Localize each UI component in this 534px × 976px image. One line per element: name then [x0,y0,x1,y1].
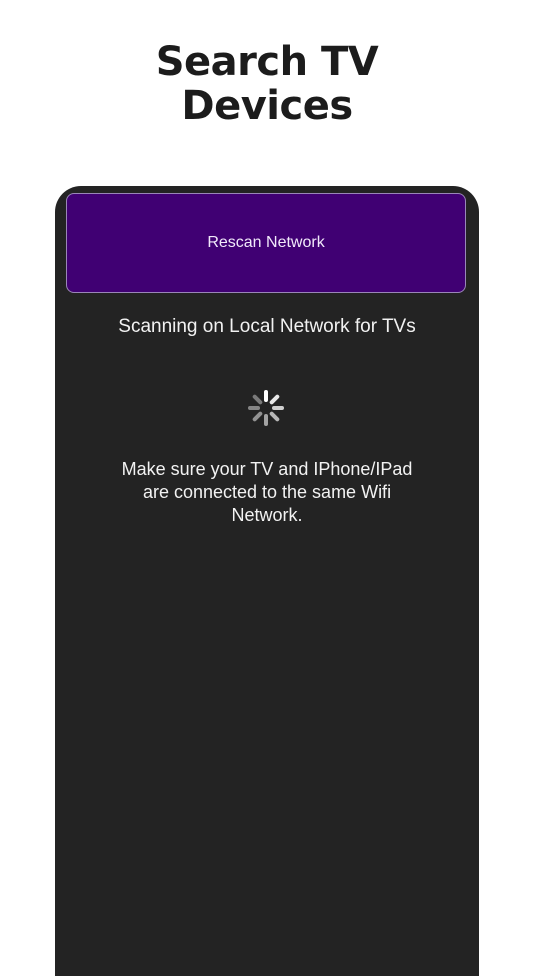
device-screen-panel: Rescan Network Scanning on Local Network… [55,186,479,976]
activity-spinner-icon [248,390,284,426]
page-title-line-2: Devices [181,83,353,129]
connection-hint-text: Make sure your TV and IPhone/IPad are co… [121,459,413,525]
rescan-network-button[interactable]: Rescan Network [66,193,466,293]
scan-status-text: Scanning on Local Network for TVs [118,316,416,337]
page-title-line-1: Search TV [155,39,379,85]
page-title: Search TV Devices [0,40,534,128]
